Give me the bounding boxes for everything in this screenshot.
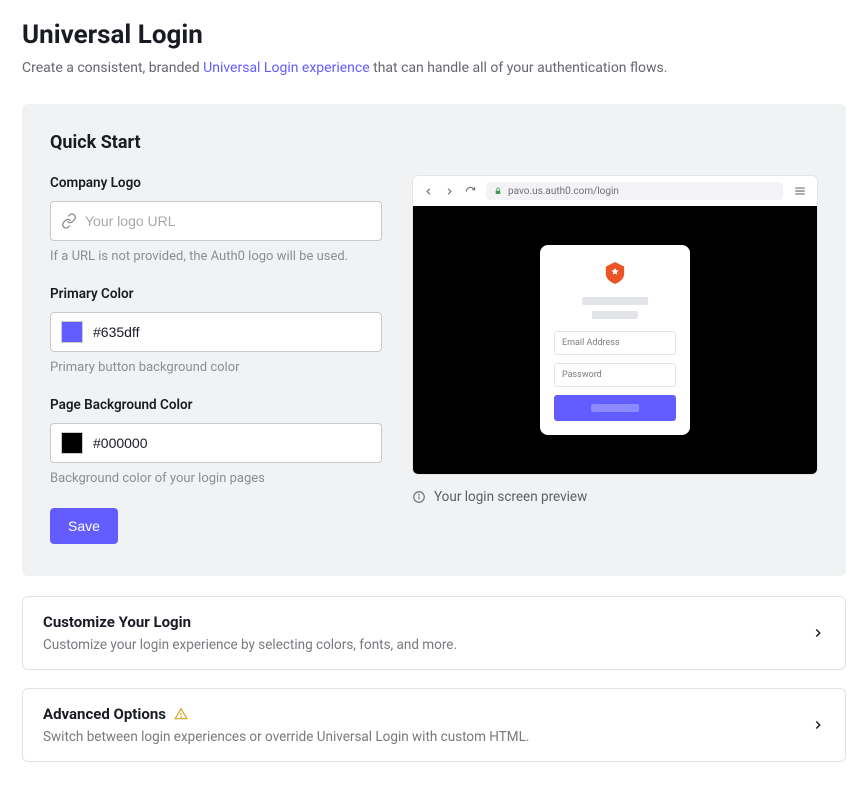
primary-color-swatch[interactable]	[61, 321, 83, 343]
page-subtitle: Create a consistent, branded Universal L…	[22, 60, 846, 76]
preview-viewport: Email Address Password	[413, 206, 817, 474]
company-logo-field: Company Logo If a URL is not provided, t…	[50, 175, 382, 264]
quick-start-heading: Quick Start	[50, 132, 818, 153]
page-title: Universal Login	[22, 20, 846, 50]
advanced-options-row[interactable]: Advanced Options Switch between login ex…	[22, 688, 846, 762]
bg-color-help: Background color of your login pages	[50, 471, 382, 486]
advanced-options-title: Advanced Options	[43, 705, 166, 723]
chevron-right-icon	[811, 718, 825, 732]
universal-login-link[interactable]: Universal Login experience	[203, 60, 370, 76]
chevron-right-icon	[811, 626, 825, 640]
preview-browser: pavo.us.auth0.com/login Email Address Pa…	[412, 175, 818, 475]
submit-button-preview	[554, 395, 676, 421]
address-url: pavo.us.auth0.com/login	[508, 186, 619, 197]
bg-color-field: Page Background Color Background color o…	[50, 397, 382, 486]
password-input-preview: Password	[554, 363, 676, 387]
save-button[interactable]: Save	[50, 508, 118, 544]
advanced-options-desc: Switch between login experiences or over…	[43, 729, 811, 745]
email-input-preview: Email Address	[554, 331, 676, 355]
bg-color-label: Page Background Color	[50, 397, 382, 413]
primary-color-help: Primary button background color	[50, 360, 382, 375]
primary-color-field: Primary Color Primary button background …	[50, 286, 382, 375]
preview-caption-text: Your login screen preview	[434, 489, 587, 505]
link-icon	[61, 213, 77, 229]
login-card-preview: Email Address Password	[540, 245, 690, 435]
logo-url-input[interactable]	[85, 213, 371, 229]
refresh-icon	[465, 186, 476, 197]
logo-help-text: If a URL is not provided, the Auth0 logo…	[50, 249, 382, 264]
bg-color-swatch[interactable]	[61, 432, 83, 454]
address-bar: pavo.us.auth0.com/login	[486, 182, 783, 200]
bg-color-input-wrap[interactable]	[50, 423, 382, 463]
title-placeholder	[582, 297, 648, 305]
customize-login-title: Customize Your Login	[43, 613, 811, 631]
company-logo-label: Company Logo	[50, 175, 382, 191]
customize-login-row[interactable]: Customize Your Login Customize your logi…	[22, 596, 846, 670]
primary-color-input-wrap[interactable]	[50, 312, 382, 352]
primary-color-label: Primary Color	[50, 286, 382, 302]
preview-caption: Your login screen preview	[412, 489, 818, 505]
back-icon	[423, 186, 434, 197]
bg-color-input[interactable]	[93, 435, 371, 451]
primary-color-input[interactable]	[93, 324, 371, 340]
info-icon	[412, 490, 426, 504]
auth0-logo-icon	[604, 261, 626, 285]
subtitle-pre: Create a consistent, branded	[22, 60, 203, 76]
lock-icon	[494, 187, 502, 195]
browser-toolbar: pavo.us.auth0.com/login	[413, 176, 817, 206]
hamburger-icon	[793, 184, 807, 198]
customize-login-desc: Customize your login experience by selec…	[43, 637, 811, 653]
logo-url-input-wrap[interactable]	[50, 201, 382, 241]
forward-icon	[444, 186, 455, 197]
warning-icon	[174, 707, 188, 721]
quick-start-panel: Quick Start Company Logo If a URL is not…	[22, 104, 846, 576]
subtitle-post: that can handle all of your authenticati…	[370, 60, 668, 76]
subtitle-placeholder	[592, 311, 638, 319]
